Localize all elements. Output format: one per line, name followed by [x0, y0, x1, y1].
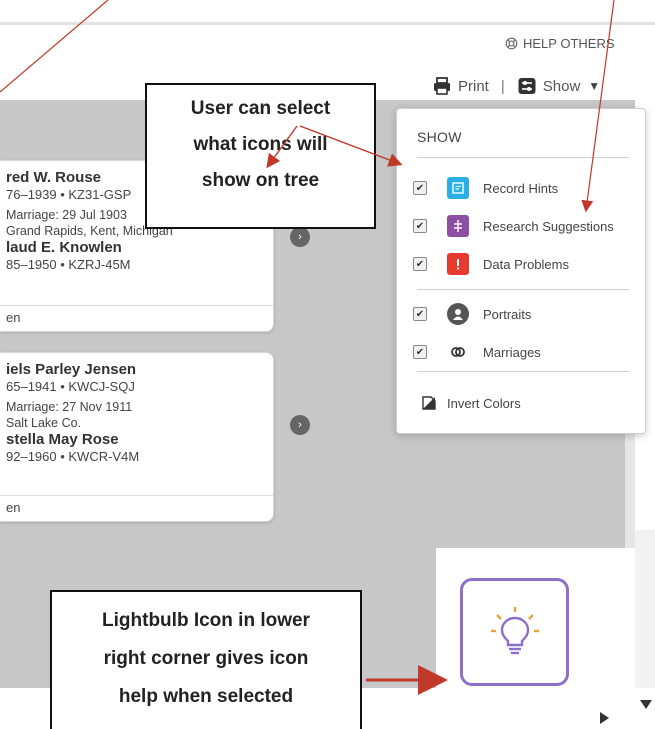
- research-suggestion-icon: [447, 215, 469, 237]
- lifebuoy-icon: [505, 37, 518, 50]
- marriage-date: Marriage: 27 Nov 1911: [6, 400, 133, 414]
- option-portraits[interactable]: ✔ Portraits: [413, 303, 531, 325]
- wife-name[interactable]: laud E. Knowlen: [6, 239, 261, 256]
- option-label: Marriages: [483, 344, 541, 360]
- option-label: Portraits: [483, 306, 532, 322]
- toolbar-separator: |: [500, 77, 505, 95]
- settings-sliders-icon: [518, 78, 536, 94]
- callout-line: Lightbulb Icon in lower: [102, 610, 310, 631]
- help-others-label: HELP OTHERS: [523, 36, 615, 51]
- print-label: Print: [458, 77, 489, 95]
- show-panel-title: SHOW: [417, 129, 462, 145]
- expand-arrow-icon[interactable]: ›: [290, 415, 310, 435]
- top-divider: [0, 22, 655, 25]
- show-button[interactable]: Show ▼: [517, 76, 600, 96]
- scroll-down-icon[interactable]: [640, 700, 652, 709]
- option-research-suggestions[interactable]: ✔ Research Suggestions: [413, 215, 614, 237]
- callout-line: what icons will: [193, 134, 328, 155]
- marriage-rings-icon: [447, 341, 469, 363]
- callout-line: User can select: [190, 98, 331, 119]
- marriage-place: Salt Lake Co.: [6, 416, 82, 430]
- top-strip: [0, 0, 655, 26]
- checkbox[interactable]: ✔: [413, 219, 427, 233]
- option-label: Record Hints: [483, 180, 559, 196]
- husband-lifespan-id: 65–1941 • KWCJ-SQJ: [6, 379, 135, 394]
- printer-icon: [434, 77, 450, 95]
- portrait-icon: [447, 303, 469, 325]
- wife-lifespan-id: 92–1960 • KWCR-V4M: [6, 449, 140, 464]
- card-footer[interactable]: en: [0, 305, 273, 331]
- record-hint-icon: [447, 177, 469, 199]
- husband-name[interactable]: iels Parley Jensen: [6, 361, 261, 378]
- scroll-right-icon[interactable]: [600, 712, 609, 724]
- option-label: Data Problems: [483, 256, 569, 272]
- data-problem-icon: [447, 253, 469, 275]
- callout-line: help when selected: [118, 686, 294, 707]
- checkbox[interactable]: ✔: [413, 307, 427, 321]
- option-label: Research Suggestions: [483, 218, 614, 234]
- lightbulb-help-button[interactable]: [460, 578, 569, 686]
- checkbox[interactable]: ✔: [413, 257, 427, 271]
- annotation-callout-lightbulb: Lightbulb Icon in lower right corner giv…: [50, 590, 362, 729]
- couple-card[interactable]: iels Parley Jensen 65–1941 • KWCJ-SQJ Ma…: [0, 352, 274, 522]
- checkbox[interactable]: ✔: [413, 345, 427, 359]
- option-record-hints[interactable]: ✔ Record Hints: [413, 177, 558, 199]
- vertical-scrollbar[interactable]: [635, 530, 655, 690]
- invert-colors-label: Invert Colors: [447, 395, 521, 411]
- print-button[interactable]: Print: [432, 76, 489, 96]
- show-options-panel: SHOW ✔ Record Hints ✔ Research Suggestio…: [396, 108, 646, 434]
- option-marriages[interactable]: ✔ Marriages: [413, 341, 541, 363]
- chevron-down-icon: ▼: [588, 79, 601, 93]
- tree-toolbar: Print | Show ▼: [432, 76, 600, 96]
- panel-divider: [417, 371, 629, 372]
- invert-colors-button[interactable]: Invert Colors: [421, 395, 521, 411]
- panel-divider: [417, 157, 629, 158]
- wife-name[interactable]: stella May Rose: [6, 431, 261, 448]
- callout-line: right corner gives icon: [103, 648, 309, 669]
- annotation-callout-icons: User can select what icons will show on …: [145, 83, 376, 229]
- panel-divider: [417, 289, 629, 290]
- invert-colors-icon: [422, 396, 436, 410]
- help-others-link[interactable]: HELP OTHERS: [505, 36, 615, 51]
- show-label: Show: [542, 77, 581, 95]
- expand-arrow-icon[interactable]: ›: [290, 227, 310, 247]
- callout-line: show on tree: [201, 170, 320, 191]
- checkbox[interactable]: ✔: [413, 181, 427, 195]
- wife-lifespan-id: 85–1950 • KZRJ-45M: [6, 257, 131, 272]
- lightbulb-icon: [490, 607, 539, 655]
- card-footer[interactable]: en: [0, 495, 273, 521]
- option-data-problems[interactable]: ✔ Data Problems: [413, 253, 569, 275]
